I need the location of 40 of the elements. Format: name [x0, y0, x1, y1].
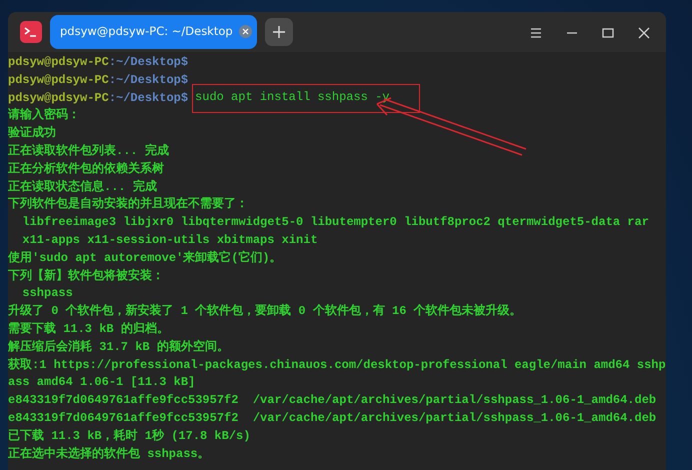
terminal-tab[interactable]: pdsyw@pdsyw-PC: ~/Desktop [50, 15, 257, 49]
output-line: 正在读取软件包列表... 完成 [8, 144, 169, 158]
output-line: 请输入密码： [8, 108, 80, 122]
prompt-separator: : [108, 54, 116, 71]
output-line: ass amd64 1.06-1 [11.3 kB] [8, 375, 196, 390]
output-line: x11-apps x11-session-utils xbitmaps xinit [21, 232, 318, 247]
output-line: 正在选中未选择的软件包 sshpass。 [8, 446, 210, 461]
prompt-user: pdsyw@pdsyw-PC [8, 54, 109, 71]
prompt-path: ~/Desktop [116, 90, 181, 107]
prompt-user: pdsyw@pdsyw-PC [8, 72, 109, 89]
close-icon[interactable] [638, 26, 650, 39]
output-line: libfreeimage3 libjxr0 libqtermwidget5-0 libutempter0 libutf8proc2 qtermwidget5-data rar [21, 215, 649, 230]
output-line: sshpass [21, 286, 73, 300]
output-line: 已下载 11.3 kB，耗时 1秒 (17.8 kB/s) [8, 428, 250, 443]
output-line: 验证成功 [8, 126, 56, 140]
output-line: 正在分析软件包的依赖关系树 [8, 162, 164, 176]
output-line: 正在读取状态信息... 完成 [8, 180, 157, 194]
output-line: e843319f7d0649761affe9fcc53957f2 /var/cache/apt/archives/partial/sshpass_1.06-1_amd64.deb [8, 393, 656, 408]
prompt-path: ~/Desktop [116, 72, 181, 89]
output-line: 使用'sudo apt autoremove'来卸载它(它们)。 [8, 250, 282, 265]
output-line: 解压缩后会消耗 31.7 kB 的额外空间。 [8, 340, 229, 354]
new-tab-button[interactable] [264, 18, 293, 46]
maximize-icon[interactable] [602, 26, 614, 39]
output-line: 升级了 0 个软件包，新安装了 1 个软件包，要卸载 0 个软件包，有 16 个软件包未被升级。 [8, 304, 522, 318]
prompt-symbol: $ [180, 72, 188, 89]
prompt-symbol: $ [180, 90, 188, 107]
output-line: 获取:1 https://professional-packages.chinauos.com/desktop-professional eagle/main amd64 sshp [8, 358, 666, 372]
output-line: 下列软件包是自动安装的并且现在不需要了： [8, 197, 248, 212]
plus-icon [272, 26, 285, 38]
output-line: e843319f7d0649761affe9fcc53957f2 /var/cache/apt/archives/partial/sshpass_1.06-1_amd64.deb [8, 410, 656, 425]
prompt-separator: : [108, 90, 116, 107]
prompt-user: pdsyw@pdsyw-PC [8, 90, 109, 107]
prompt-separator: : [108, 72, 116, 89]
menu-icon[interactable] [530, 26, 542, 39]
output-line: 下列【新】软件包将被安装： [8, 268, 164, 283]
prompt-path: ~/Desktop [116, 54, 181, 71]
terminal-app-icon [20, 21, 42, 43]
tab-close-icon[interactable] [238, 25, 252, 38]
output-line: 需要下载 11.3 kB 的归档。 [8, 322, 169, 336]
prompt-symbol: $ [180, 54, 188, 71]
